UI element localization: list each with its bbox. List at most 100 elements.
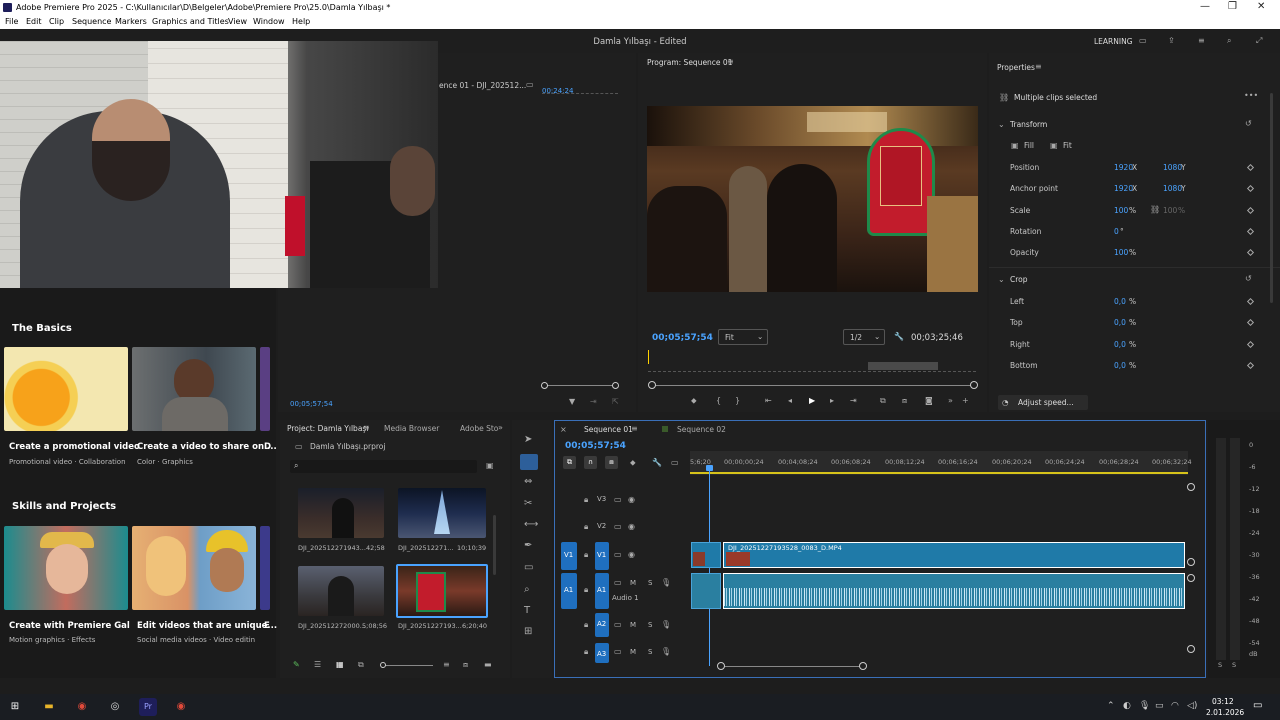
- premiere-taskbar-icon[interactable]: Pr: [139, 698, 157, 716]
- keyframe-crop-right-icon[interactable]: [1246, 340, 1255, 349]
- clock-date[interactable]: 2.01.2026: [1206, 708, 1244, 717]
- tab-media-browser[interactable]: Media Browser: [384, 424, 439, 433]
- card-title-unique[interactable]: Edit videos that are unique...: [137, 621, 277, 631]
- keyframe-opacity-icon[interactable]: [1246, 248, 1255, 257]
- caption-tool-icon[interactable]: ⊞: [524, 626, 532, 637]
- keyframe-anchor-icon[interactable]: [1246, 184, 1255, 193]
- learning-workspace[interactable]: LEARNING: [1094, 37, 1133, 46]
- close-icon[interactable]: ✕: [1257, 1, 1265, 12]
- list-view-icon[interactable]: ☰: [314, 660, 321, 669]
- lock-icon[interactable]: 🔒︎: [584, 522, 588, 532]
- eye-icon[interactable]: ◉: [628, 550, 635, 559]
- project-scrollbar[interactable]: [493, 515, 496, 575]
- timeline-wrench-icon[interactable]: 🔧: [652, 458, 662, 467]
- transform-heading[interactable]: Transform: [1010, 120, 1047, 129]
- go-to-in-icon[interactable]: ⇤: [765, 396, 772, 405]
- wrench-icon[interactable]: 🔧: [894, 332, 904, 341]
- marker-icon[interactable]: ⬥: [691, 396, 697, 406]
- position-y[interactable]: 1080: [1163, 163, 1182, 172]
- reset-crop-icon[interactable]: ↺: [1245, 274, 1252, 283]
- track-a2-label[interactable]: A2: [595, 613, 609, 637]
- rectangle-tool-icon[interactable]: ▭: [524, 562, 533, 573]
- eye-icon[interactable]: ◉: [628, 522, 635, 531]
- source-zoom-handle-right[interactable]: [612, 382, 619, 389]
- fill-label[interactable]: Fill: [1024, 141, 1034, 150]
- solo-button[interactable]: S: [648, 621, 652, 629]
- card-title-promotional[interactable]: Create a promotional video: [9, 442, 140, 452]
- card-thumb-premiere-gal[interactable]: [4, 526, 128, 610]
- lift-icon[interactable]: ⧉: [880, 396, 886, 406]
- notification-icon[interactable]: ▭: [1253, 700, 1262, 711]
- keyframe-crop-bottom-icon[interactable]: [1246, 361, 1255, 370]
- card-title-partial-2[interactable]: E: [264, 621, 270, 631]
- wifi-icon[interactable]: ◠: [1171, 701, 1179, 711]
- thumb-size-handle[interactable]: [380, 662, 386, 668]
- scale-value[interactable]: 100: [1114, 206, 1128, 215]
- pen-icon[interactable]: ✎: [293, 660, 300, 669]
- crop-bottom-value[interactable]: 0,0: [1114, 361, 1126, 370]
- keyframe-crop-left-icon[interactable]: [1246, 297, 1255, 306]
- source-zoom-bar[interactable]: [545, 385, 617, 386]
- tab-adobe-stock[interactable]: Adobe Sto: [460, 424, 498, 433]
- crop-right-value[interactable]: 0,0: [1114, 340, 1126, 349]
- camera-icon[interactable]: ◙: [925, 396, 933, 405]
- microphone-icon[interactable]: 🎙︎: [661, 647, 671, 656]
- project-search-input[interactable]: ⌕: [290, 460, 477, 473]
- program-title[interactable]: Program: Sequence 01: [647, 58, 732, 67]
- card-thumb-promotional[interactable]: [4, 347, 128, 431]
- solo-button[interactable]: S: [648, 648, 652, 656]
- search-icon[interactable]: ⌕: [1227, 36, 1231, 46]
- playhead-handle[interactable]: [706, 465, 713, 471]
- more-tabs-icon[interactable]: »: [498, 423, 503, 432]
- lock-icon[interactable]: 🔒︎: [584, 585, 588, 595]
- fit-label[interactable]: Fit: [1063, 141, 1072, 150]
- audio-clip-main[interactable]: [723, 573, 1185, 609]
- timeline-zoom-handle-right[interactable]: [859, 662, 867, 670]
- menu-edit[interactable]: Edit: [26, 17, 42, 26]
- source-zoom-handle-left[interactable]: [541, 382, 548, 389]
- link-icon[interactable]: ⛓: [1150, 205, 1160, 214]
- mute-button[interactable]: M: [630, 579, 636, 587]
- card-thumb-unique[interactable]: [132, 526, 256, 610]
- card-thumb-share[interactable]: [132, 347, 256, 431]
- adjust-speed-button[interactable]: ◔ Adjust speed...: [998, 395, 1088, 410]
- obs-icon[interactable]: ◎: [106, 698, 124, 716]
- meter-solo-right[interactable]: S: [1232, 661, 1236, 669]
- program-timecode[interactable]: 00;05;57;54: [652, 333, 713, 343]
- timeline-zoom-bar[interactable]: [723, 666, 865, 667]
- track-select-tool-icon[interactable]: [520, 454, 538, 470]
- network-icon[interactable]: ▭: [1155, 701, 1164, 711]
- card-thumb-partial[interactable]: [260, 347, 270, 431]
- anchor-y[interactable]: 1080: [1163, 184, 1182, 193]
- thumb-size-slider[interactable]: [383, 665, 433, 666]
- project-thumb-4-selected[interactable]: [396, 564, 488, 618]
- windows-start-icon[interactable]: ⊞: [6, 698, 24, 716]
- mute-button[interactable]: M: [630, 648, 636, 656]
- mark-out-icon[interactable]: }: [735, 396, 740, 405]
- resolution-select[interactable]: 1/2 ⌄: [843, 329, 885, 345]
- linked-selection-icon[interactable]: ⧈: [605, 456, 618, 469]
- project-item-name-3[interactable]: DJI_202512272000...: [298, 622, 366, 630]
- track-v3-label[interactable]: V3: [597, 495, 606, 503]
- sync-lock-icon[interactable]: ▭: [614, 495, 622, 504]
- sync-lock-icon[interactable]: ▭: [614, 578, 622, 587]
- program-menu-icon[interactable]: ≡: [727, 57, 734, 66]
- timeline-ruler[interactable]: 5;6;20 00;00;00;24 00;04;08;24 00;06;08;…: [690, 451, 1192, 475]
- source-patch-a1[interactable]: A1: [561, 573, 577, 609]
- source-ruler[interactable]: [542, 93, 618, 94]
- reset-icon[interactable]: ↺: [1245, 119, 1252, 128]
- share-icon[interactable]: ⇪: [1168, 36, 1175, 45]
- chevron-down-icon[interactable]: ⌄: [998, 120, 1005, 129]
- extract-icon[interactable]: ⧈: [902, 396, 907, 406]
- video-clip-main[interactable]: DJI_20251227193528_0083_D.MP4: [723, 542, 1185, 568]
- card-title-premiere-gal[interactable]: Create with Premiere Gal: [9, 621, 130, 631]
- v-scroll-handle[interactable]: [1187, 558, 1195, 566]
- pen-tool-icon[interactable]: ✒: [524, 540, 532, 551]
- tab-project[interactable]: Project: Damla Yılbaşı: [287, 424, 368, 433]
- fit-icon[interactable]: ▣: [1050, 141, 1058, 150]
- selection-tool-icon[interactable]: ➤: [524, 434, 532, 445]
- project-thumb-2[interactable]: [398, 488, 486, 538]
- zoom-select[interactable]: Fit ⌄: [718, 329, 768, 345]
- more-icon[interactable]: »: [948, 396, 953, 405]
- freeform-view-icon[interactable]: ⧉: [358, 660, 364, 670]
